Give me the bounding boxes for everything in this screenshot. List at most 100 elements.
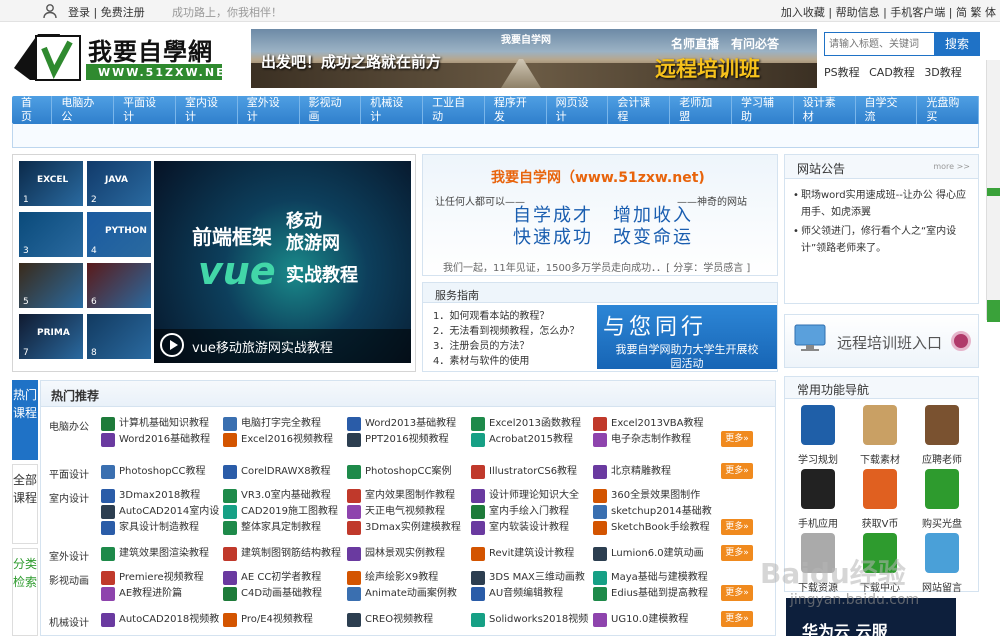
course-link[interactable]: 室内手绘入门教程	[471, 505, 569, 519]
course-link[interactable]: Excel2013函数教程	[471, 417, 581, 431]
hotkey-ps[interactable]: PS教程	[824, 66, 860, 79]
slide-thumb[interactable]: 3	[19, 212, 83, 257]
course-link[interactable]: CorelDRAWX8教程	[223, 465, 331, 479]
login-register-links[interactable]: 登录 | 免费注册	[68, 4, 145, 20]
tool-item[interactable]: 下载素材	[851, 405, 909, 467]
course-link[interactable]: 3DS MAX三维动画教	[471, 571, 585, 585]
course-link[interactable]: 建筑效果图渲染教程	[101, 547, 209, 561]
nav-item[interactable]: 网页设计	[547, 96, 609, 124]
course-link[interactable]: CAD2019施工图教程	[223, 505, 338, 519]
nav-item[interactable]: 程序开发	[485, 96, 547, 124]
course-link[interactable]: Excel2013VBA教程	[593, 417, 703, 431]
service-item[interactable]: 4．素材与软件的使用	[433, 354, 579, 369]
course-link[interactable]: 电子杂志制作教程	[593, 433, 691, 447]
course-link[interactable]: 建筑制图钢筋结构教程	[223, 547, 341, 561]
course-link[interactable]: AutoCAD2018视频教	[101, 613, 219, 627]
course-link[interactable]: 电脑打字完全教程	[223, 417, 321, 431]
tool-item[interactable]: 获取V币	[851, 469, 909, 531]
course-link[interactable]: Acrobat2015教程	[471, 433, 573, 447]
slide-thumb[interactable]: 4 PYTHON	[87, 212, 151, 257]
more-button[interactable]: 更多»	[721, 611, 753, 627]
course-link[interactable]: Edius基础到提高教程	[593, 587, 708, 601]
nav-item[interactable]: 首页	[12, 96, 53, 124]
play-icon[interactable]	[160, 333, 184, 357]
course-link[interactable]: sketchup2014基础教	[593, 505, 712, 519]
search-button[interactable]: 搜索	[934, 32, 980, 56]
more-button[interactable]: 更多»	[721, 431, 753, 447]
search-input[interactable]	[824, 32, 936, 56]
course-link[interactable]: Revit建筑设计教程	[471, 547, 574, 561]
nav-item[interactable]: 会计课程	[608, 96, 671, 124]
course-link[interactable]: 3Dmax实例建模教程	[347, 521, 461, 535]
nav-item[interactable]: 自学交流	[856, 96, 918, 124]
course-link[interactable]: PPT2016视频教程	[347, 433, 449, 447]
more-button[interactable]: 更多»	[721, 585, 753, 601]
nav-item[interactable]: 工业自动	[423, 96, 485, 124]
training-entry[interactable]: 远程培训班入口	[784, 314, 979, 368]
nav-item[interactable]: 老师加盟	[670, 96, 732, 124]
tool-item[interactable]: 应聘老师	[913, 405, 971, 467]
service-item[interactable]: 2．无法看到视频教程，怎么办？	[433, 324, 579, 339]
course-link[interactable]: Solidworks2018视频	[471, 613, 588, 627]
course-link[interactable]: Maya基础与建模教程	[593, 571, 708, 585]
tab-category-search[interactable]: 分类检索	[12, 548, 38, 636]
tool-item[interactable]: 网站留言	[913, 533, 971, 595]
nav-item[interactable]: 学习辅助	[732, 96, 794, 124]
course-link[interactable]: AE教程进阶篇	[101, 587, 182, 601]
course-link[interactable]: Pro/E4视频教程	[223, 613, 313, 627]
course-link[interactable]: AutoCAD2014室内设	[101, 505, 219, 519]
course-link[interactable]: PhotoshopCC案例	[347, 465, 452, 479]
course-link[interactable]: 整体家具定制教程	[223, 521, 321, 535]
nav-item[interactable]: 机械设计	[361, 96, 424, 124]
course-link[interactable]: Word2016基础教程	[101, 433, 210, 447]
site-logo[interactable]: 我要自學網 WWW.51ZXW.NET	[14, 30, 233, 86]
course-link[interactable]: C4D动画基础教程	[223, 587, 322, 601]
course-link[interactable]: UG10.0建模教程	[593, 613, 688, 627]
notice-item[interactable]: 职场word实用速成班--让办公 得心应用手、如虎添翼	[793, 187, 973, 221]
course-link[interactable]: 设计师理论知识大全	[471, 489, 579, 503]
tab-hot-courses[interactable]: 热门课程	[12, 380, 38, 460]
course-link[interactable]: 天正电气视频教程	[347, 505, 445, 519]
course-link[interactable]: Lumion6.0建筑动画	[593, 547, 704, 561]
tool-item[interactable]: 手机应用	[789, 469, 847, 531]
nav-item[interactable]: 设计素材	[794, 96, 856, 124]
nav-item[interactable]: 电脑办公	[52, 96, 115, 124]
course-link[interactable]: CREO视频教程	[347, 613, 433, 627]
service-item[interactable]: 3．注册会员的方法？	[433, 339, 579, 354]
hotkey-cad[interactable]: CAD教程	[869, 66, 915, 79]
slide-thumb[interactable]: 7 PRIMA	[19, 314, 83, 359]
tool-item[interactable]: 学习规划	[789, 405, 847, 467]
course-link[interactable]: 北京精雕教程	[593, 465, 671, 479]
nav-item[interactable]: 室内设计	[176, 96, 238, 124]
slide-caption[interactable]: vue移动旅游网实战教程	[192, 337, 333, 356]
course-link[interactable]: 绘声绘影X9教程	[347, 571, 438, 585]
course-link[interactable]: Premiere视频教程	[101, 571, 204, 585]
nav-item[interactable]: 光盘购买	[917, 96, 980, 124]
course-link[interactable]: AU音频编辑教程	[471, 587, 563, 601]
course-link[interactable]: 室内软装设计教程	[471, 521, 569, 535]
course-link[interactable]: SketchBook手绘教程	[593, 521, 710, 535]
service-item[interactable]: 1．如何观看本站的教程？	[433, 309, 579, 324]
more-button[interactable]: 更多»	[721, 463, 753, 479]
tool-item[interactable]: 购买光盘	[913, 469, 971, 531]
course-link[interactable]: IllustratorCS6教程	[471, 465, 577, 479]
notice-more[interactable]: more >>	[933, 162, 970, 171]
course-link[interactable]: 园林景观实例教程	[347, 547, 445, 561]
slide-thumb[interactable]: 2 JAVA	[87, 161, 151, 206]
notice-item[interactable]: 师父领进门，修行看个人之“室内设计”领路老师来了。	[793, 223, 973, 257]
slide-main-image[interactable]: 前端框架 移动 旅游网 vue 实战教程 vue移动旅游网实战教程	[154, 161, 411, 363]
course-link[interactable]: Excel2016视频教程	[223, 433, 333, 447]
tab-all-courses[interactable]: 全部课程	[12, 464, 38, 544]
hotkey-3d[interactable]: 3D教程	[924, 66, 961, 79]
nav-item[interactable]: 平面设计	[114, 96, 176, 124]
slide-thumb[interactable]: 5	[19, 263, 83, 308]
campus-promo[interactable]: 与您同行 我要自学网助力大学生开展校园活动	[597, 305, 777, 370]
slide-thumb[interactable]: 6	[87, 263, 151, 308]
course-link[interactable]: AE CC初学者教程	[223, 571, 321, 585]
top-banner[interactable]: 我要自学网 出发吧！成功之路就在前方 名师直播 有问必答 远程培训班	[251, 29, 817, 88]
course-link[interactable]: Word2013基础教程	[347, 417, 456, 431]
slide-thumb[interactable]: 8	[87, 314, 151, 359]
course-link[interactable]: PhotoshopCC教程	[101, 465, 206, 479]
course-link[interactable]: 室内效果图制作教程	[347, 489, 455, 503]
nav-item[interactable]: 室外设计	[238, 96, 300, 124]
